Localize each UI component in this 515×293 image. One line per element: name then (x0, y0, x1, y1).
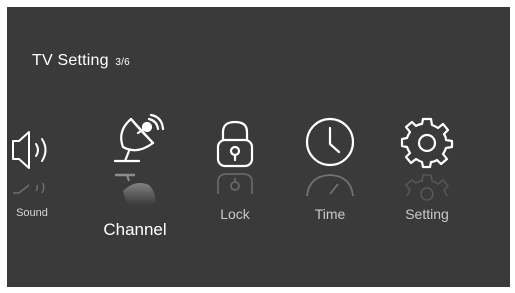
menu-item-time[interactable]: Time (297, 112, 363, 237)
menu-item-channel[interactable]: Channel (95, 107, 175, 239)
gear-icon (400, 117, 454, 169)
page-indicator: 3/6 (115, 57, 130, 68)
clock-icon-reflection (306, 174, 354, 197)
padlock-icon-reflection (217, 173, 253, 194)
speaker-icon-reflection (13, 182, 45, 194)
menu-item-lock[interactable]: Lock (205, 112, 265, 237)
padlock-icon (216, 120, 254, 168)
menu-item-label: Channel (103, 220, 167, 239)
gear-icon-reflection (404, 174, 450, 201)
title-text: TV Setting (32, 52, 109, 69)
satellite-dish-icon-reflection (115, 173, 156, 205)
menu-item-label: Sound (16, 207, 48, 219)
menu-item-label: Time (314, 206, 346, 222)
speaker-icon (12, 131, 47, 169)
clock-icon (305, 117, 355, 167)
page-title: TV Setting 3/6 (32, 52, 130, 70)
satellite-dish-icon (113, 113, 165, 163)
menu-item-label: Lock (220, 206, 250, 222)
menu-item-sound[interactable]: Sound (7, 117, 57, 227)
tv-menu-screen: TV Setting 3/6 Sound Channel Lock Time S… (7, 7, 510, 287)
menu-item-label: Setting (405, 206, 449, 222)
menu-item-setting[interactable]: Setting (392, 112, 462, 237)
